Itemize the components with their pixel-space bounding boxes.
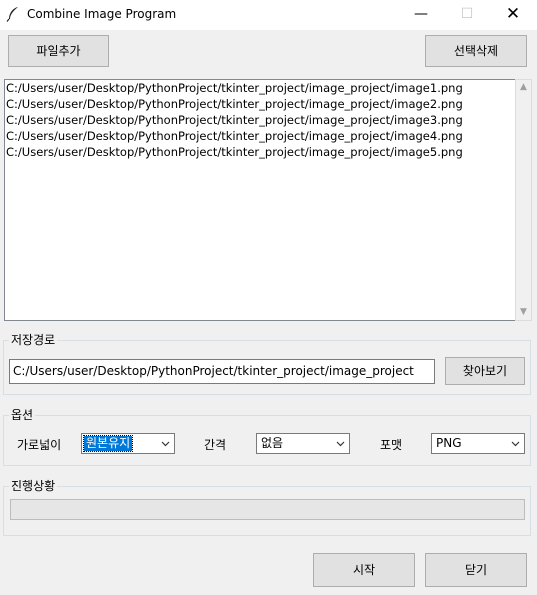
maximize-button[interactable]: ☐ [444, 0, 490, 30]
vertical-scrollbar[interactable]: ▲ ▼ [515, 79, 532, 321]
list-item[interactable]: C:/Users/user/Desktop/PythonProject/tkin… [5, 112, 515, 128]
add-file-button[interactable]: 파일추가 [8, 35, 109, 67]
progress-bar [10, 499, 525, 520]
format-select[interactable]: PNG [431, 433, 525, 454]
chevron-down-icon [161, 441, 170, 447]
save-path-legend: 저장경로 [9, 333, 58, 347]
width-label: 가로넓이 [17, 438, 62, 452]
width-select[interactable]: 원본유지 [81, 433, 175, 454]
spacing-label: 간격 [204, 438, 227, 452]
list-item[interactable]: C:/Users/user/Desktop/PythonProject/tkin… [5, 128, 515, 144]
delete-selected-button[interactable]: 선택삭제 [425, 35, 527, 67]
start-button[interactable]: 시작 [313, 553, 415, 587]
close-window-button[interactable]: ✕ [490, 0, 536, 30]
list-item[interactable]: C:/Users/user/Desktop/PythonProject/tkin… [5, 80, 515, 96]
chevron-down-icon [336, 441, 345, 447]
save-path-input[interactable]: C:/Users/user/Desktop/PythonProject/tkin… [9, 359, 435, 384]
scroll-down-arrow-icon[interactable]: ▼ [516, 305, 531, 320]
feather-icon [6, 6, 20, 22]
close-button[interactable]: 닫기 [425, 553, 527, 587]
file-listbox[interactable]: C:/Users/user/Desktop/PythonProject/tkin… [4, 79, 515, 321]
format-label: 포맷 [380, 438, 403, 452]
spacing-select[interactable]: 없음 [256, 433, 350, 454]
browse-button[interactable]: 찾아보기 [445, 357, 525, 385]
format-select-value: PNG [436, 436, 462, 450]
minimize-button[interactable]: — [398, 0, 444, 30]
list-item[interactable]: C:/Users/user/Desktop/PythonProject/tkin… [5, 96, 515, 112]
scroll-up-arrow-icon[interactable]: ▲ [516, 80, 531, 95]
spacing-select-value: 없음 [261, 436, 284, 450]
options-legend: 옵션 [9, 408, 36, 422]
width-select-value: 원본유지 [82, 435, 134, 452]
list-item[interactable]: C:/Users/user/Desktop/PythonProject/tkin… [5, 144, 515, 160]
progress-legend: 진행상황 [9, 479, 58, 493]
window-title: Combine Image Program [27, 7, 177, 21]
chevron-down-icon [511, 441, 520, 447]
